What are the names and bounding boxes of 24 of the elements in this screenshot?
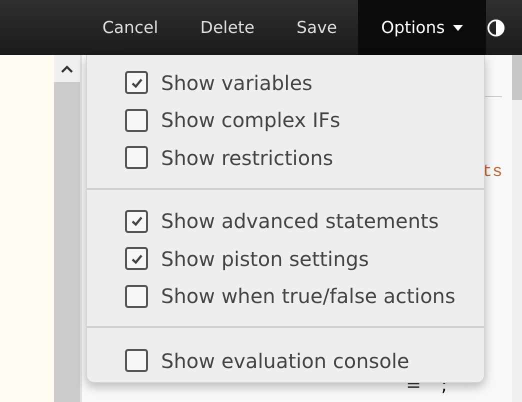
scroll-up-icon[interactable] — [61, 64, 73, 72]
toolbar-button[interactable]: Options — [358, 0, 486, 55]
code-fragment: ts — [482, 163, 502, 182]
checkbox[interactable] — [125, 247, 148, 270]
menu-item-label[interactable]: Show evaluation console — [161, 348, 410, 373]
code-token: = — [406, 375, 422, 396]
toolbar-button[interactable]: Delete — [179, 0, 276, 55]
toolbar-button[interactable]: Cancel — [81, 0, 180, 55]
toolbar-button[interactable]: Save — [275, 0, 358, 55]
checkbox[interactable] — [125, 349, 148, 372]
check-icon — [130, 214, 144, 228]
contrast-icon[interactable] — [487, 18, 505, 36]
checkbox[interactable] — [125, 146, 148, 170]
menu-item-label[interactable]: Show advanced statements — [161, 209, 439, 234]
menu-item-label[interactable]: Show when true/false actions — [161, 284, 456, 308]
checkbox[interactable] — [125, 284, 148, 308]
menu-item-label[interactable]: Show restrictions — [161, 146, 334, 170]
menu-item-label[interactable]: Show variables — [161, 70, 312, 95]
checkbox[interactable] — [125, 71, 148, 94]
checkbox[interactable] — [125, 108, 148, 132]
menu-item-label[interactable]: Show complex IFs — [161, 108, 340, 132]
checkbox[interactable] — [125, 210, 148, 233]
scrollbar-thumb[interactable] — [512, 55, 522, 100]
menu-item-label[interactable]: Show piston settings — [161, 246, 369, 271]
